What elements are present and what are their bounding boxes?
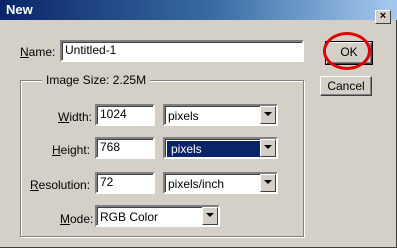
- height-unit-select[interactable]: pixels: [163, 137, 278, 159]
- name-label: Name:: [20, 45, 56, 59]
- resolution-unit-value: pixels/inch: [168, 177, 225, 191]
- ok-button[interactable]: OK: [325, 41, 373, 65]
- mode-select[interactable]: RGB Color: [95, 205, 220, 227]
- width-field[interactable]: 1024: [95, 104, 155, 126]
- height-label: Height:: [52, 143, 91, 157]
- close-icon[interactable]: ×: [375, 10, 391, 24]
- resolution-field[interactable]: 72: [95, 172, 155, 194]
- height-unit-value: pixels: [167, 141, 261, 157]
- height-field[interactable]: 768: [95, 137, 155, 159]
- width-unit-select[interactable]: pixels: [163, 104, 278, 126]
- chevron-down-icon[interactable]: [202, 207, 218, 225]
- chevron-down-icon[interactable]: [260, 106, 276, 124]
- image-size-title: Image Size: 2.25M: [42, 73, 151, 87]
- name-field[interactable]: Untitled-1: [60, 40, 304, 62]
- chevron-down-icon[interactable]: [260, 174, 276, 192]
- width-label: Width:: [58, 110, 93, 124]
- resolution-label: Resolution:: [30, 178, 91, 192]
- mode-label: Mode:: [60, 212, 94, 226]
- chevron-down-icon[interactable]: [260, 139, 276, 157]
- mode-value: RGB Color: [100, 210, 159, 224]
- title-bar[interactable]: New: [0, 0, 397, 20]
- dialog-title: New: [6, 2, 33, 17]
- width-unit-value: pixels: [168, 109, 199, 123]
- new-document-dialog: New × Name: Untitled-1 OK Cancel Image S…: [0, 0, 397, 248]
- resolution-unit-select[interactable]: pixels/inch: [163, 172, 278, 194]
- cancel-button[interactable]: Cancel: [320, 76, 372, 96]
